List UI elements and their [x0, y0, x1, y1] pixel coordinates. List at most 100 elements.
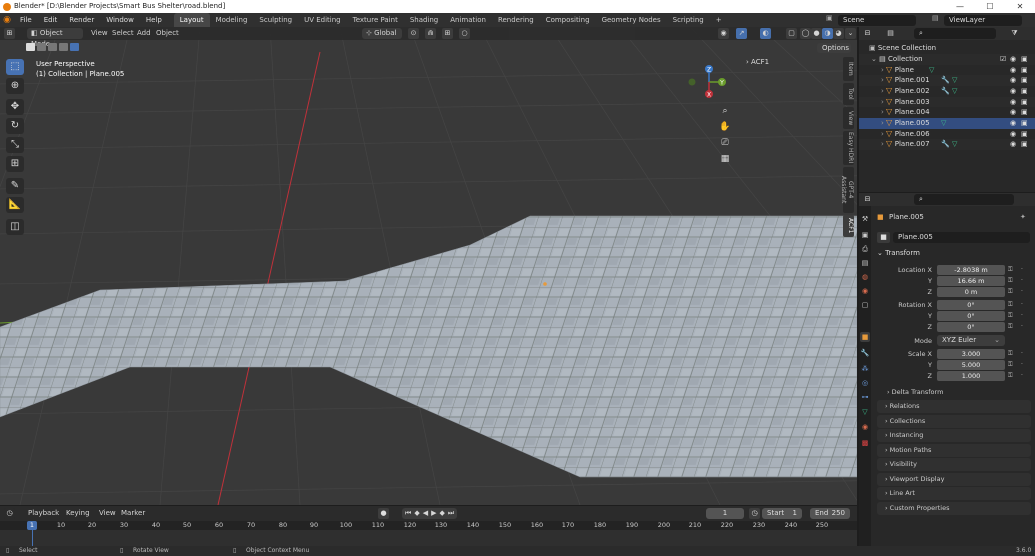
blender-menu-icon[interactable]: ◉ [0, 15, 14, 25]
select-extend-icon[interactable] [37, 43, 46, 51]
world-icon[interactable]: ◉ [860, 286, 870, 296]
lock-icon[interactable]: ⚿ [1008, 277, 1013, 285]
delta-transform-subpanel[interactable]: › Delta Transform [887, 388, 943, 396]
eye-icon[interactable]: ◉ [1010, 129, 1016, 140]
timeline-menu-playback[interactable]: Playback [28, 508, 59, 519]
lock-icon[interactable]: ⚿ [1008, 266, 1013, 274]
tab-uv-editing[interactable]: UV Editing [298, 13, 347, 27]
outliner-row-plane-003[interactable]: › ▽ Plane.003 ◉ ▣ [859, 96, 1035, 108]
modifier-properties-icon[interactable]: 🔧 [860, 348, 870, 358]
lock-icon[interactable]: ⚿ [1008, 361, 1013, 369]
transform-tool-icon[interactable]: ⊞ [6, 156, 24, 172]
keyframe-dot-icon[interactable]: · [1021, 361, 1023, 368]
shading-material-icon[interactable]: ◑ [822, 28, 833, 39]
eye-icon[interactable]: ◉ [1010, 97, 1016, 108]
snap-increment-icon[interactable]: ⊞ [442, 28, 453, 39]
play-icon[interactable]: ▶ [431, 508, 436, 519]
lock-icon[interactable]: ⚿ [1008, 288, 1013, 296]
pan-hand-icon[interactable]: ✋ [718, 120, 732, 134]
outliner-row-plane-001[interactable]: › ▽ Plane.001 🔧 ▽ ◉ ▣ [859, 75, 1035, 86]
rotation-y-field[interactable]: 0° [937, 311, 1005, 321]
material-icon[interactable]: ◉ [860, 422, 870, 432]
camera-icon[interactable]: ▣ [1021, 118, 1028, 129]
location-x-field[interactable]: -2.8038 m [937, 265, 1005, 275]
current-frame-field[interactable]: 1 [706, 508, 744, 519]
camera-icon[interactable]: ▣ [1021, 97, 1028, 108]
physics-icon[interactable]: ◎ [860, 378, 870, 388]
outliner-row-plane-006[interactable]: › ▽ Plane.006 ◉ ▣ [859, 129, 1035, 140]
shading-wireframe-icon[interactable]: ◯ [800, 28, 811, 39]
viewport-menu-select[interactable]: Select [112, 28, 134, 39]
add-workspace-button[interactable]: + [710, 13, 728, 27]
timeline-editor-icon[interactable]: ◷ [4, 508, 15, 519]
keyframe-dot-icon[interactable]: · [1021, 312, 1023, 319]
select-subtract-icon[interactable] [48, 43, 57, 51]
camera-view-icon[interactable]: ⎚ [718, 136, 732, 150]
options-dropdown[interactable]: Options [817, 43, 851, 53]
start-frame-field[interactable]: Start 1 [762, 508, 802, 519]
panel-visibility[interactable]: › Visibility [877, 458, 1031, 471]
add-cube-tool-icon[interactable]: ◫ [6, 219, 24, 235]
tab-compositing[interactable]: Compositing [540, 13, 596, 27]
pin-icon[interactable]: ✦ [1020, 213, 1026, 221]
panel-motion-paths[interactable]: › Motion Paths [877, 444, 1031, 457]
cursor-tool-icon[interactable]: ⊕ [6, 78, 24, 94]
render-icon[interactable]: ▣ [860, 230, 870, 240]
sidebar-tab-easy-hdri[interactable]: Easy HDRI [843, 131, 854, 165]
menu-window[interactable]: Window [100, 13, 140, 27]
panel-relations[interactable]: › Relations [877, 400, 1031, 413]
scale-tool-icon[interactable]: ⤡ [6, 137, 24, 153]
gizmo-toggle-icon[interactable]: ↗ [736, 28, 747, 39]
next-keyframe-icon[interactable]: ◆ [439, 508, 444, 519]
select-invert-icon[interactable] [59, 43, 68, 51]
jump-start-icon[interactable]: ⏮ [405, 508, 411, 519]
sidebar-tab-item[interactable]: Item [843, 57, 854, 81]
tab-sculpting[interactable]: Sculpting [253, 13, 298, 27]
shading-options-icon[interactable]: ⌄ [845, 28, 856, 39]
maximize-button[interactable]: ☐ [975, 0, 1005, 13]
particles-icon[interactable]: ⁂ [860, 364, 870, 374]
tab-texture-paint[interactable]: Texture Paint [347, 13, 404, 27]
timeline-menu-view[interactable]: View [99, 508, 116, 519]
lock-icon[interactable]: ⚿ [1008, 312, 1013, 320]
rotation-x-field[interactable]: 0° [937, 300, 1005, 310]
keyframe-dot-icon[interactable]: · [1021, 350, 1023, 357]
properties-search-input[interactable]: ⌕ [914, 194, 1014, 205]
scale-z-field[interactable]: 1.000 [937, 371, 1005, 381]
overlay-toggle-icon[interactable]: ◐ [760, 28, 771, 39]
eye-icon[interactable]: ◉ [1010, 139, 1016, 150]
rotate-tool-icon[interactable]: ↻ [6, 118, 24, 134]
scale-x-field[interactable]: 3.000 [937, 349, 1005, 359]
annotate-tool-icon[interactable]: ✎ [6, 178, 24, 194]
outliner-search-input[interactable]: ⌕ [914, 28, 996, 39]
lock-icon[interactable]: ⚿ [1008, 323, 1013, 331]
tab-rendering[interactable]: Rendering [492, 13, 540, 27]
keyframe-dot-icon[interactable]: · [1021, 288, 1023, 295]
play-reverse-icon[interactable]: ◀ [423, 508, 428, 519]
ortho-grid-icon[interactable]: ▦ [718, 152, 732, 166]
outliner-row-plane-007[interactable]: › ▽ Plane.007 🔧 ▽ ◉ ▣ [859, 139, 1035, 151]
eye-icon[interactable]: ◉ [1010, 65, 1016, 76]
jump-end-icon[interactable]: ⏭ [448, 508, 454, 519]
transform-panel-header[interactable]: ⌄ Transform [877, 249, 920, 257]
outliner-row-plane-002[interactable]: › ▽ Plane.002 🔧 ▽ ◉ ▣ [859, 86, 1035, 97]
rotation-z-field[interactable]: 0° [937, 322, 1005, 332]
viewport-menu-object[interactable]: Object [156, 28, 179, 39]
outliner-display-mode-icon[interactable]: ▤ [885, 28, 896, 39]
menu-render[interactable]: Render [63, 13, 100, 27]
keyframe-dot-icon[interactable]: · [1021, 301, 1023, 308]
panel-instancing[interactable]: › Instancing [877, 429, 1031, 442]
xray-icon[interactable]: ▢ [786, 28, 797, 39]
eye-icon[interactable]: ◉ [1010, 107, 1016, 118]
prev-keyframe-icon[interactable]: ◆ [414, 508, 419, 519]
viewport-menu-view[interactable]: View [91, 28, 108, 39]
shading-rendered-icon[interactable]: ◕ [833, 28, 844, 39]
keyframe-dot-icon[interactable]: · [1021, 277, 1023, 284]
outliner-editor-icon[interactable]: ⊟ [862, 28, 873, 39]
move-tool-icon[interactable]: ✥ [6, 99, 24, 115]
mode-selector[interactable]: ◧ Object Mode [27, 28, 83, 48]
lock-icon[interactable]: ⚿ [1008, 372, 1013, 380]
close-button[interactable]: ✕ [1005, 0, 1035, 13]
shading-solid-icon[interactable]: ● [811, 28, 822, 39]
orientation-selector[interactable]: ⊹ Global [362, 28, 402, 39]
